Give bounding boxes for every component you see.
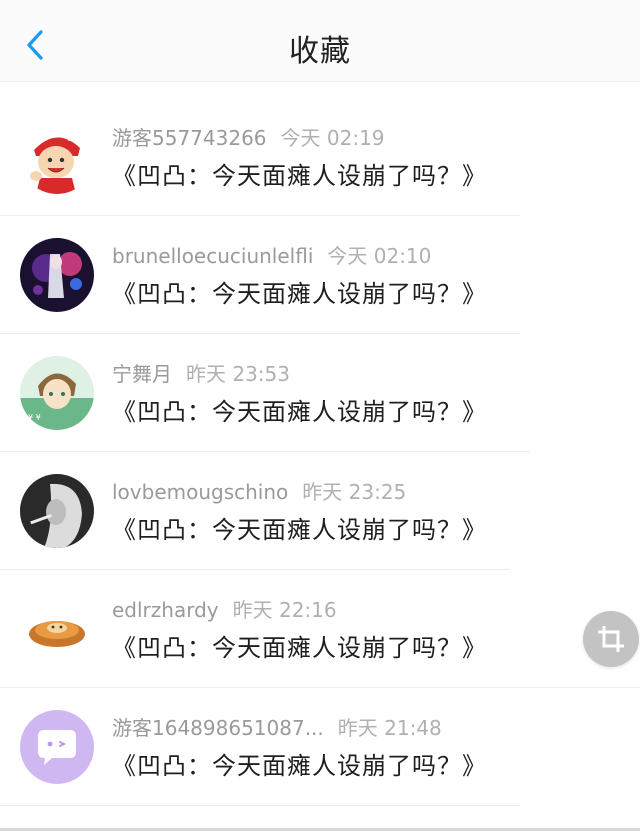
bw-portrait-avatar[interactable] [20, 474, 94, 548]
list-item[interactable]: lovbemougschino 昨天 23:25 《凹凸：今天面瘫人设崩了吗？》 [0, 452, 640, 570]
username[interactable]: 宁舞月 [112, 362, 172, 386]
anime-boy-avatar[interactable]: ¥ ¥ [20, 356, 94, 430]
default-chat-avatar[interactable] [20, 710, 94, 784]
crop-icon [598, 626, 624, 652]
username[interactable]: 游客557743266 [112, 126, 267, 150]
item-meta: lovbemougschino 昨天 23:25 [112, 476, 406, 505]
item-meta: edlrzhardy 昨天 22:16 [112, 594, 337, 623]
list-item[interactable]: edlrzhardy 昨天 22:16 《凹凸：今天面瘫人设崩了吗？》 [0, 570, 640, 688]
list-item[interactable]: 游客557743266 今天 02:19 《凹凸：今天面瘫人设崩了吗？》 [0, 98, 640, 216]
page-title: 收藏 [289, 34, 351, 69]
username[interactable]: lovbemougschino [112, 480, 288, 504]
username[interactable]: 游客164898651087... [112, 716, 324, 740]
item-title[interactable]: 《凹凸：今天面瘫人设崩了吗？》 [112, 156, 487, 191]
crop-button[interactable] [583, 611, 639, 667]
timestamp: 昨天 21:48 [337, 716, 442, 740]
item-title[interactable]: 《凹凸：今天面瘫人设崩了吗？》 [112, 746, 487, 781]
list-item[interactable]: ¥ ¥ 宁舞月 昨天 23:53 《凹凸：今天面瘫人设崩了吗？》 [0, 334, 640, 452]
anime-character-avatar[interactable] [20, 238, 94, 312]
item-meta: 宁舞月 昨天 23:53 [112, 358, 290, 387]
item-meta: brunelloecuciunlelfli 今天 02:10 [112, 240, 431, 269]
item-title[interactable]: 《凹凸：今天面瘫人设崩了吗？》 [112, 510, 487, 545]
list-item[interactable]: 游客164898651087... 昨天 21:48 《凹凸：今天面瘫人设崩了吗？… [0, 688, 640, 806]
username[interactable]: edlrzhardy [112, 598, 219, 622]
divider [0, 805, 520, 806]
food-avatar[interactable] [20, 592, 94, 666]
timestamp: 昨天 22:16 [232, 598, 337, 622]
svg-text:¥ ¥: ¥ ¥ [28, 413, 41, 422]
item-title[interactable]: 《凹凸：今天面瘫人设崩了吗？》 [112, 628, 487, 663]
item-title[interactable]: 《凹凸：今天面瘫人设崩了吗？》 [112, 392, 487, 427]
cartoon-boy-avatar[interactable] [20, 120, 94, 194]
timestamp: 今天 02:19 [280, 126, 385, 150]
item-meta: 游客164898651087... 昨天 21:48 [112, 712, 442, 741]
timestamp: 今天 02:10 [327, 244, 432, 268]
username[interactable]: brunelloecuciunlelfli [112, 244, 313, 268]
item-meta: 游客557743266 今天 02:19 [112, 122, 385, 151]
top-bar: 收藏 [0, 0, 640, 82]
timestamp: 昨天 23:25 [302, 480, 407, 504]
item-title[interactable]: 《凹凸：今天面瘫人设崩了吗？》 [112, 274, 487, 309]
list-item[interactable]: brunelloecuciunlelfli 今天 02:10 《凹凸：今天面瘫人设… [0, 216, 640, 334]
timestamp: 昨天 23:53 [186, 362, 290, 386]
favorites-list: 游客557743266 今天 02:19 《凹凸：今天面瘫人设崩了吗？》 brun… [0, 98, 640, 806]
